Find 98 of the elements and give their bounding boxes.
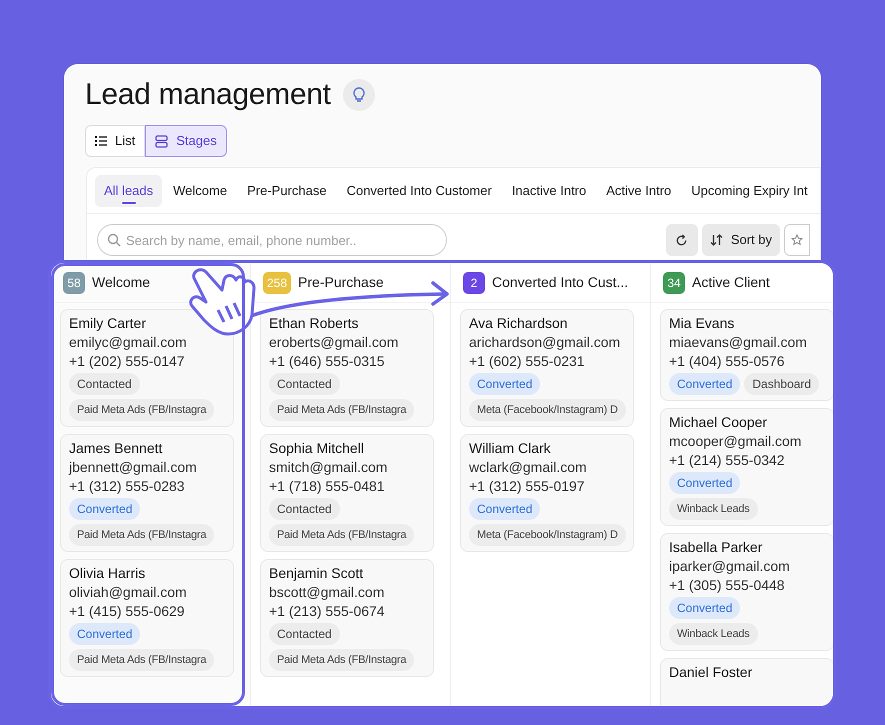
search-field[interactable]: Search by name, email, phone number..: [97, 224, 447, 256]
stacked-rows-icon: [155, 134, 168, 148]
source-tag: Paid Meta Ads (FB/Instagra: [269, 649, 414, 671]
lead-name: James Bennett: [69, 439, 162, 458]
stage-tab[interactable]: Active Intro: [597, 174, 680, 206]
lead-email: arichardson@gmail.com: [469, 333, 620, 352]
lead-email: emilyc@gmail.com: [69, 333, 187, 352]
star-icon: [791, 234, 803, 246]
column-title: Active Client: [692, 273, 770, 292]
lead-phone: +1 (312) 555-0283: [69, 477, 185, 496]
lead-name: Michael Cooper: [669, 413, 768, 432]
stage-tab[interactable]: Upcoming Expiry Int: [682, 174, 817, 206]
refresh-icon: [675, 234, 688, 246]
lead-phone: +1 (602) 555-0231: [469, 352, 585, 371]
column-title: Converted Into Cust...: [492, 273, 628, 292]
status-tag: Contacted: [269, 498, 340, 520]
count-badge: 258: [263, 272, 292, 294]
lead-email: oliviah@gmail.com: [69, 583, 187, 602]
lead-name: Isabella Parker: [669, 538, 762, 557]
lead-card[interactable]: William Clark wclark@gmail.com +1 (312) 555-0197 Converted Meta (Facebook/Instagram) D: [460, 434, 634, 552]
lead-card[interactable]: Ethan Roberts eroberts@gmail.com +1 (646) 555-0315 Contacted Paid Meta Ads (FB/Instagra: [260, 309, 434, 427]
count-badge: 34: [663, 272, 685, 294]
lead-phone: +1 (213) 555-0674: [269, 602, 385, 621]
lead-email: miaevans@gmail.com: [669, 333, 807, 352]
status-tag: Converted: [69, 623, 140, 645]
sort-button[interactable]: Sort by: [702, 224, 780, 256]
lead-phone: +1 (415) 555-0629: [69, 602, 185, 621]
stage-tab[interactable]: Pre-Purchase: [238, 174, 336, 206]
view-toggle-tab[interactable]: List: [85, 125, 146, 157]
lead-card[interactable]: Mia Evans miaevans@gmail.com +1 (404) 555-0576 Converted Dashboard: [660, 309, 833, 401]
source-tag: Paid Meta Ads (FB/Instagra: [69, 399, 214, 421]
refresh-button[interactable]: [666, 224, 698, 256]
lead-card[interactable]: Olivia Harris oliviah@gmail.com +1 (415) 555-0629 Converted Paid Meta Ads (FB/Instagra: [60, 559, 234, 677]
page-title: Lead management: [85, 77, 331, 113]
lead-phone: +1 (202) 555-0147: [69, 352, 185, 371]
favorite-button[interactable]: [784, 224, 810, 256]
count-badge: 58: [63, 272, 85, 294]
status-tag: Converted: [669, 597, 740, 619]
lead-name: Ethan Roberts: [269, 314, 358, 333]
source-tag: Paid Meta Ads (FB/Instagra: [69, 524, 214, 546]
source-tag: Winback Leads: [669, 623, 758, 645]
status-tag: Converted: [469, 498, 540, 520]
lead-email: smitch@gmail.com: [269, 458, 388, 477]
lead-phone: +1 (214) 555-0342: [669, 451, 785, 470]
lead-phone: +1 (404) 555-0576: [669, 352, 785, 371]
status-tag: Dashboard: [744, 373, 820, 395]
status-tag: Converted: [469, 373, 540, 395]
lead-card[interactable]: Michael Cooper mcooper@gmail.com +1 (214) 555-0342 Converted Winback Leads: [660, 408, 833, 526]
lead-card[interactable]: Isabella Parker iparker@gmail.com +1 (305) 555-0448 Converted Winback Leads: [660, 533, 833, 651]
lead-name: Ava Richardson: [469, 314, 568, 333]
lead-name: Benjamin Scott: [269, 564, 364, 583]
lead-email: iparker@gmail.com: [669, 557, 790, 576]
lead-email: jbennett@gmail.com: [69, 458, 197, 477]
source-tag: Paid Meta Ads (FB/Instagra: [269, 524, 414, 546]
source-tag: Winback Leads: [669, 498, 758, 520]
status-tag: Converted: [669, 472, 740, 494]
lead-name: William Clark: [469, 439, 551, 458]
lead-card[interactable]: Sophia Mitchell smitch@gmail.com +1 (718) 555-0481 Contacted Paid Meta Ads (FB/Instagra: [260, 434, 434, 552]
lead-name: Sophia Mitchell: [269, 439, 364, 458]
search-icon: [107, 233, 121, 247]
lead-card[interactable]: Ava Richardson arichardson@gmail.com +1 (602) 555-0231 Converted Meta (Facebook/Instagram) D: [460, 309, 634, 427]
list-icon: [95, 136, 107, 146]
view-toggle-tab[interactable]: Stages: [145, 125, 227, 157]
lead-email: bscott@gmail.com: [269, 583, 384, 602]
lightbulb-icon: [352, 86, 366, 102]
lead-card[interactable]: Emily Carter emilyc@gmail.com +1 (202) 555-0147 Contacted Paid Meta Ads (FB/Instagra: [60, 309, 234, 427]
lead-email: eroberts@gmail.com: [269, 333, 398, 352]
lightbulb-button[interactable]: [342, 78, 375, 110]
lead-name: Mia Evans: [669, 314, 734, 333]
stage-tab[interactable]: Welcome: [164, 174, 236, 206]
lead-phone: +1 (305) 555-0448: [669, 576, 785, 595]
lead-card[interactable]: James Bennett jbennett@gmail.com +1 (312) 555-0283 Converted Paid Meta Ads (FB/Instagra: [60, 434, 234, 552]
status-tag: Contacted: [69, 373, 140, 395]
lead-name: Daniel Foster: [669, 663, 752, 682]
lead-name: Olivia Harris: [69, 564, 146, 583]
status-tag: Converted: [669, 373, 740, 395]
stage-tab[interactable]: Converted Into Customer: [338, 174, 501, 206]
source-tag: Paid Meta Ads (FB/Instagra: [269, 399, 414, 421]
lead-phone: +1 (646) 555-0315: [269, 352, 385, 371]
lead-email: wclark@gmail.com: [469, 458, 587, 477]
lead-card[interactable]: Benjamin Scott bscott@gmail.com +1 (213) 555-0674 Contacted Paid Meta Ads (FB/Instagra: [260, 559, 434, 677]
lead-card[interactable]: Daniel Foster: [660, 658, 833, 706]
count-badge: 2: [463, 272, 485, 294]
lead-email: mcooper@gmail.com: [669, 432, 802, 451]
column-title: Welcome: [92, 273, 150, 292]
status-tag: Converted: [69, 498, 140, 520]
status-tag: Contacted: [269, 373, 340, 395]
sort-icon: [710, 234, 723, 246]
stage-tab[interactable]: All leads: [95, 174, 162, 206]
lead-name: Emily Carter: [69, 314, 146, 333]
stage-tab[interactable]: Inactive Intro: [502, 174, 596, 206]
source-tag: Meta (Facebook/Instagram) D: [469, 399, 626, 421]
lead-phone: +1 (718) 555-0481: [269, 477, 385, 496]
status-tag: Contacted: [269, 623, 340, 645]
source-tag: Meta (Facebook/Instagram) D: [469, 524, 626, 546]
column-title: Pre-Purchase: [298, 273, 384, 292]
lead-phone: +1 (312) 555-0197: [469, 477, 585, 496]
source-tag: Paid Meta Ads (FB/Instagra: [69, 649, 214, 671]
